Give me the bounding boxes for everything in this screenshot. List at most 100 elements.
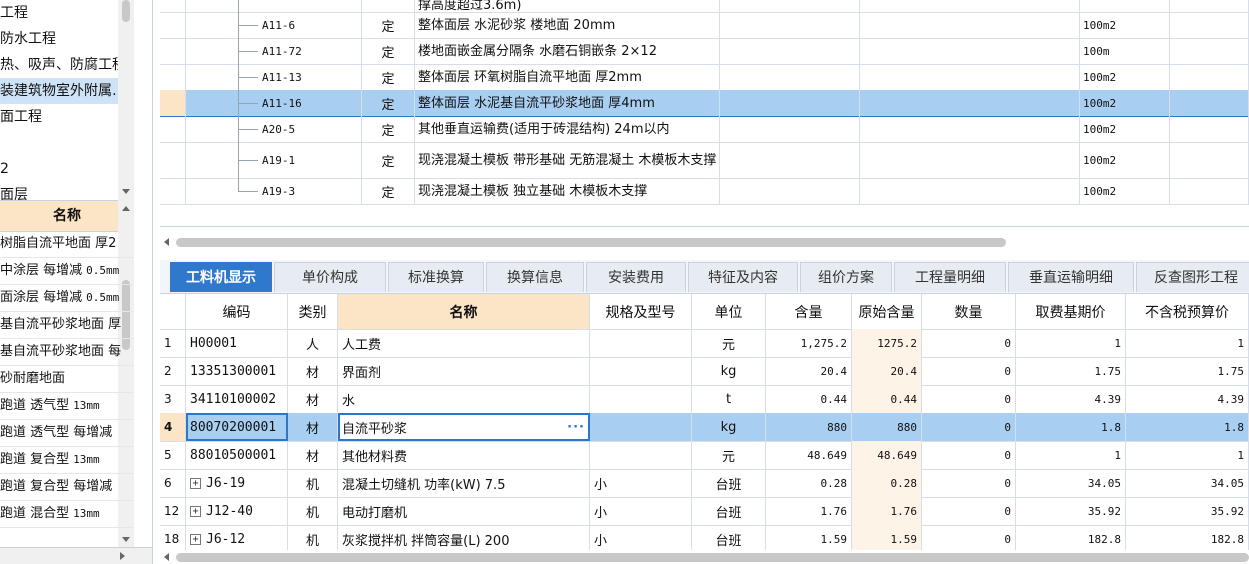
left-list-item[interactable]: 跑道 混合型 13mm [0, 501, 134, 528]
resource-name: 水 [342, 393, 356, 409]
quota-cell-blank3 [1170, 38, 1249, 64]
tree-item[interactable]: 防水工程 [0, 26, 134, 52]
quota-row[interactable]: A19-3 定 现浇混凝土模板 独立基础 木模板木支撑 100m2 [160, 178, 1249, 205]
left-list-item[interactable]: 跑道 复合型 每增减 [0, 474, 134, 501]
quota-code: A11-13 [262, 70, 302, 84]
column-header-orig_content[interactable]: 原始含量 [852, 294, 922, 329]
tree-item[interactable]: 面工程 [0, 104, 134, 130]
resource-cell-category: 材 [288, 413, 338, 441]
left-list-item[interactable]: 基自流平砂浆地面 每 [0, 339, 134, 366]
resource-row[interactable]: 5 88010500001 材 其他材料费 元 48.649 48.649 0 1 1 [160, 441, 1249, 470]
left-list-item[interactable]: 跑道 复合型 13mm [0, 447, 134, 474]
quota-row[interactable]: A19-1 定 现浇混凝土模板 带形基础 无筋混凝土 木模板木支撑 100m2 [160, 142, 1249, 179]
left-list-item[interactable]: 中涂层 每增减 0.5mm [0, 258, 134, 285]
quota-cell-blank2 [860, 12, 1080, 38]
resource-category: 机 [305, 505, 319, 521]
resource-pretax-price: 4.39 [1217, 392, 1245, 406]
column-header-category[interactable]: 类别 [288, 294, 338, 329]
expand-plus-icon[interactable]: + [190, 505, 201, 517]
resource-cell-pretax_price: 182.8 [1126, 525, 1249, 550]
column-header-qty[interactable]: 数量 [922, 294, 1016, 329]
left-list-item[interactable]: 跑道 透气型 13mm [0, 393, 134, 420]
tab-10[interactable]: 反查图形工程 [1136, 262, 1249, 292]
tree-item[interactable]: 2 [0, 156, 134, 182]
column-header-pretax_price[interactable]: 不含税预算价 [1126, 294, 1249, 329]
quota-row[interactable]: A20-5 定 其他垂直运输费(适用于砖混结构) 24m以内 100m2 [160, 116, 1249, 143]
quota-grid-hscrollbar[interactable] [160, 234, 1249, 250]
resource-row[interactable]: 18 + J6-12 机 灰浆搅拌机 拌筒容量(L) 200 小 台班 1.59 1.59 0 18… [160, 525, 1249, 550]
quota-row[interactable]: A11-72 定 楼地面嵌金属分隔条 水磨石铜嵌条 2×12 100m [160, 38, 1249, 65]
resource-row[interactable]: 12 + J12-40 机 电动打磨机 小 台班 1.76 1.76 0 35.92 35.92 [160, 497, 1249, 526]
quota-cell-type [362, 0, 415, 12]
scroll-left-arrow-icon[interactable] [164, 553, 169, 561]
left-list-item[interactable]: 面涂层 每增减 0.5mm [0, 285, 134, 312]
quota-cell-unit: 100m2 [1080, 12, 1170, 38]
left-list-item[interactable]: 砂耐磨地面 [0, 366, 134, 393]
tree-scroll-thumb[interactable] [122, 0, 130, 22]
resource-grid-hscrollbar[interactable] [160, 550, 1249, 564]
left-list-header: 名称 [0, 200, 134, 232]
resource-row[interactable]: 6 + J6-19 机 混凝土切缝机 功率(kW) 7.5 小 台班 0.28 0.28 0 34.… [160, 469, 1249, 498]
resource-grid-scroll-thumb[interactable] [176, 553, 1249, 562]
quota-row[interactable]: A11-6 定 整体面层 水泥砂浆 楼地面 20mm 100m2 [160, 12, 1249, 39]
resource-cell-num: 6 [160, 469, 186, 497]
resource-cell-name[interactable]: 自流平砂浆 ··· [338, 413, 590, 441]
resource-cell-name: 界面剂 [338, 357, 590, 385]
resource-cell-content: 1.59 [766, 525, 852, 550]
left-list-item[interactable]: 树脂自流平地面 厚2 [0, 231, 134, 258]
resource-qty: 0 [1004, 448, 1011, 462]
tab-9[interactable]: 垂直运输明细 [1008, 262, 1134, 292]
tab-7[interactable]: 组价方案 [800, 262, 892, 292]
tab-4[interactable]: 换算信息 [486, 262, 584, 292]
resource-row[interactable]: 3 34110100002 材 水 t 0.44 0.44 0 4.39 4.39 [160, 385, 1249, 414]
more-ellipsis-button[interactable]: ··· [567, 420, 585, 435]
column-header-code[interactable]: 编码 [186, 294, 288, 329]
column-header-unit[interactable]: 单位 [692, 294, 766, 329]
scroll-left-arrow-icon[interactable] [164, 238, 169, 246]
tab-1[interactable]: 工料机显示 [170, 262, 272, 292]
tab-6[interactable]: 特征及内容 [688, 262, 798, 292]
left-list-item[interactable]: 基自流平砂浆地面 厚 [0, 312, 134, 339]
resource-cell-code: + J6-12 [186, 525, 288, 550]
tab-5[interactable]: 安装费用 [586, 262, 686, 292]
tree-item[interactable] [0, 130, 134, 156]
resource-cell-category: 机 [288, 525, 338, 550]
tree-item[interactable]: 面层 [0, 182, 134, 200]
quota-type: 定 [381, 185, 395, 201]
column-header-spec[interactable]: 规格及型号 [590, 294, 692, 329]
tree-item[interactable]: 热、吸声、防腐工程 [0, 52, 134, 78]
column-header-content[interactable]: 含量 [766, 294, 852, 329]
quota-row[interactable]: A11-13 定 整体面层 环氧树脂自流平地面 厚2mm 100m2 [160, 64, 1249, 91]
scroll-right-arrow-icon[interactable] [120, 552, 125, 560]
expand-plus-icon[interactable]: + [190, 533, 201, 545]
resource-row[interactable]: 2 13351300001 材 界面剂 kg 20.4 20.4 0 1.75 1.75 [160, 357, 1249, 386]
quota-cell-type: 定 [362, 38, 415, 64]
tree-connector [238, 103, 258, 104]
resource-cell-orig_content: 0.44 [852, 385, 922, 413]
tree-item[interactable]: 工程 [0, 0, 134, 26]
resource-row[interactable]: 4 80070200001 材 自流平砂浆 ··· kg 880 880 0 1.8 1.8 [160, 413, 1249, 442]
scroll-down-arrow-icon[interactable] [122, 189, 130, 194]
expand-plus-icon[interactable]: + [190, 477, 201, 489]
tree-scrollbar[interactable] [118, 0, 134, 200]
scroll-up-arrow-icon[interactable] [122, 206, 130, 211]
resource-row[interactable]: 1 H00001 人 人工费 元 1,275.2 1275.2 0 1 1 [160, 329, 1249, 358]
column-header-name[interactable]: 名称 [338, 294, 590, 329]
tree-item[interactable]: 装建筑物室外附属… [0, 78, 134, 104]
column-header-num[interactable] [160, 294, 186, 329]
column-header-base_price[interactable]: 取费基期价 [1016, 294, 1126, 329]
row-number: 5 [164, 448, 172, 462]
tab-2[interactable]: 单价构成 [274, 262, 386, 292]
tab-8[interactable]: 工程量明细 [894, 262, 1006, 292]
left-list-item[interactable]: 跑道 透气型 每增减 [0, 420, 134, 447]
tab-3[interactable]: 标准换算 [388, 262, 484, 292]
quota-name: 其他垂直运输费(适用于砖混结构) 24m以内 [418, 121, 670, 137]
quota-row[interactable]: A11-16 定 整体面层 水泥基自流平砂浆地面 厚4mm 100m2 [160, 90, 1249, 117]
resource-base-price: 35.92 [1087, 504, 1121, 518]
resource-cell-category: 材 [288, 441, 338, 469]
left-hscrollbar[interactable] [0, 547, 152, 564]
resource-grid-header: 编码 类别 名称 规格及型号 单位 含量 原始含量 数量 取费基期价 不含税预算价 [160, 294, 1249, 330]
resource-base-price: 1 [1114, 448, 1121, 462]
quota-grid-scroll-thumb[interactable] [176, 238, 1006, 247]
resource-qty: 0 [1004, 364, 1011, 378]
